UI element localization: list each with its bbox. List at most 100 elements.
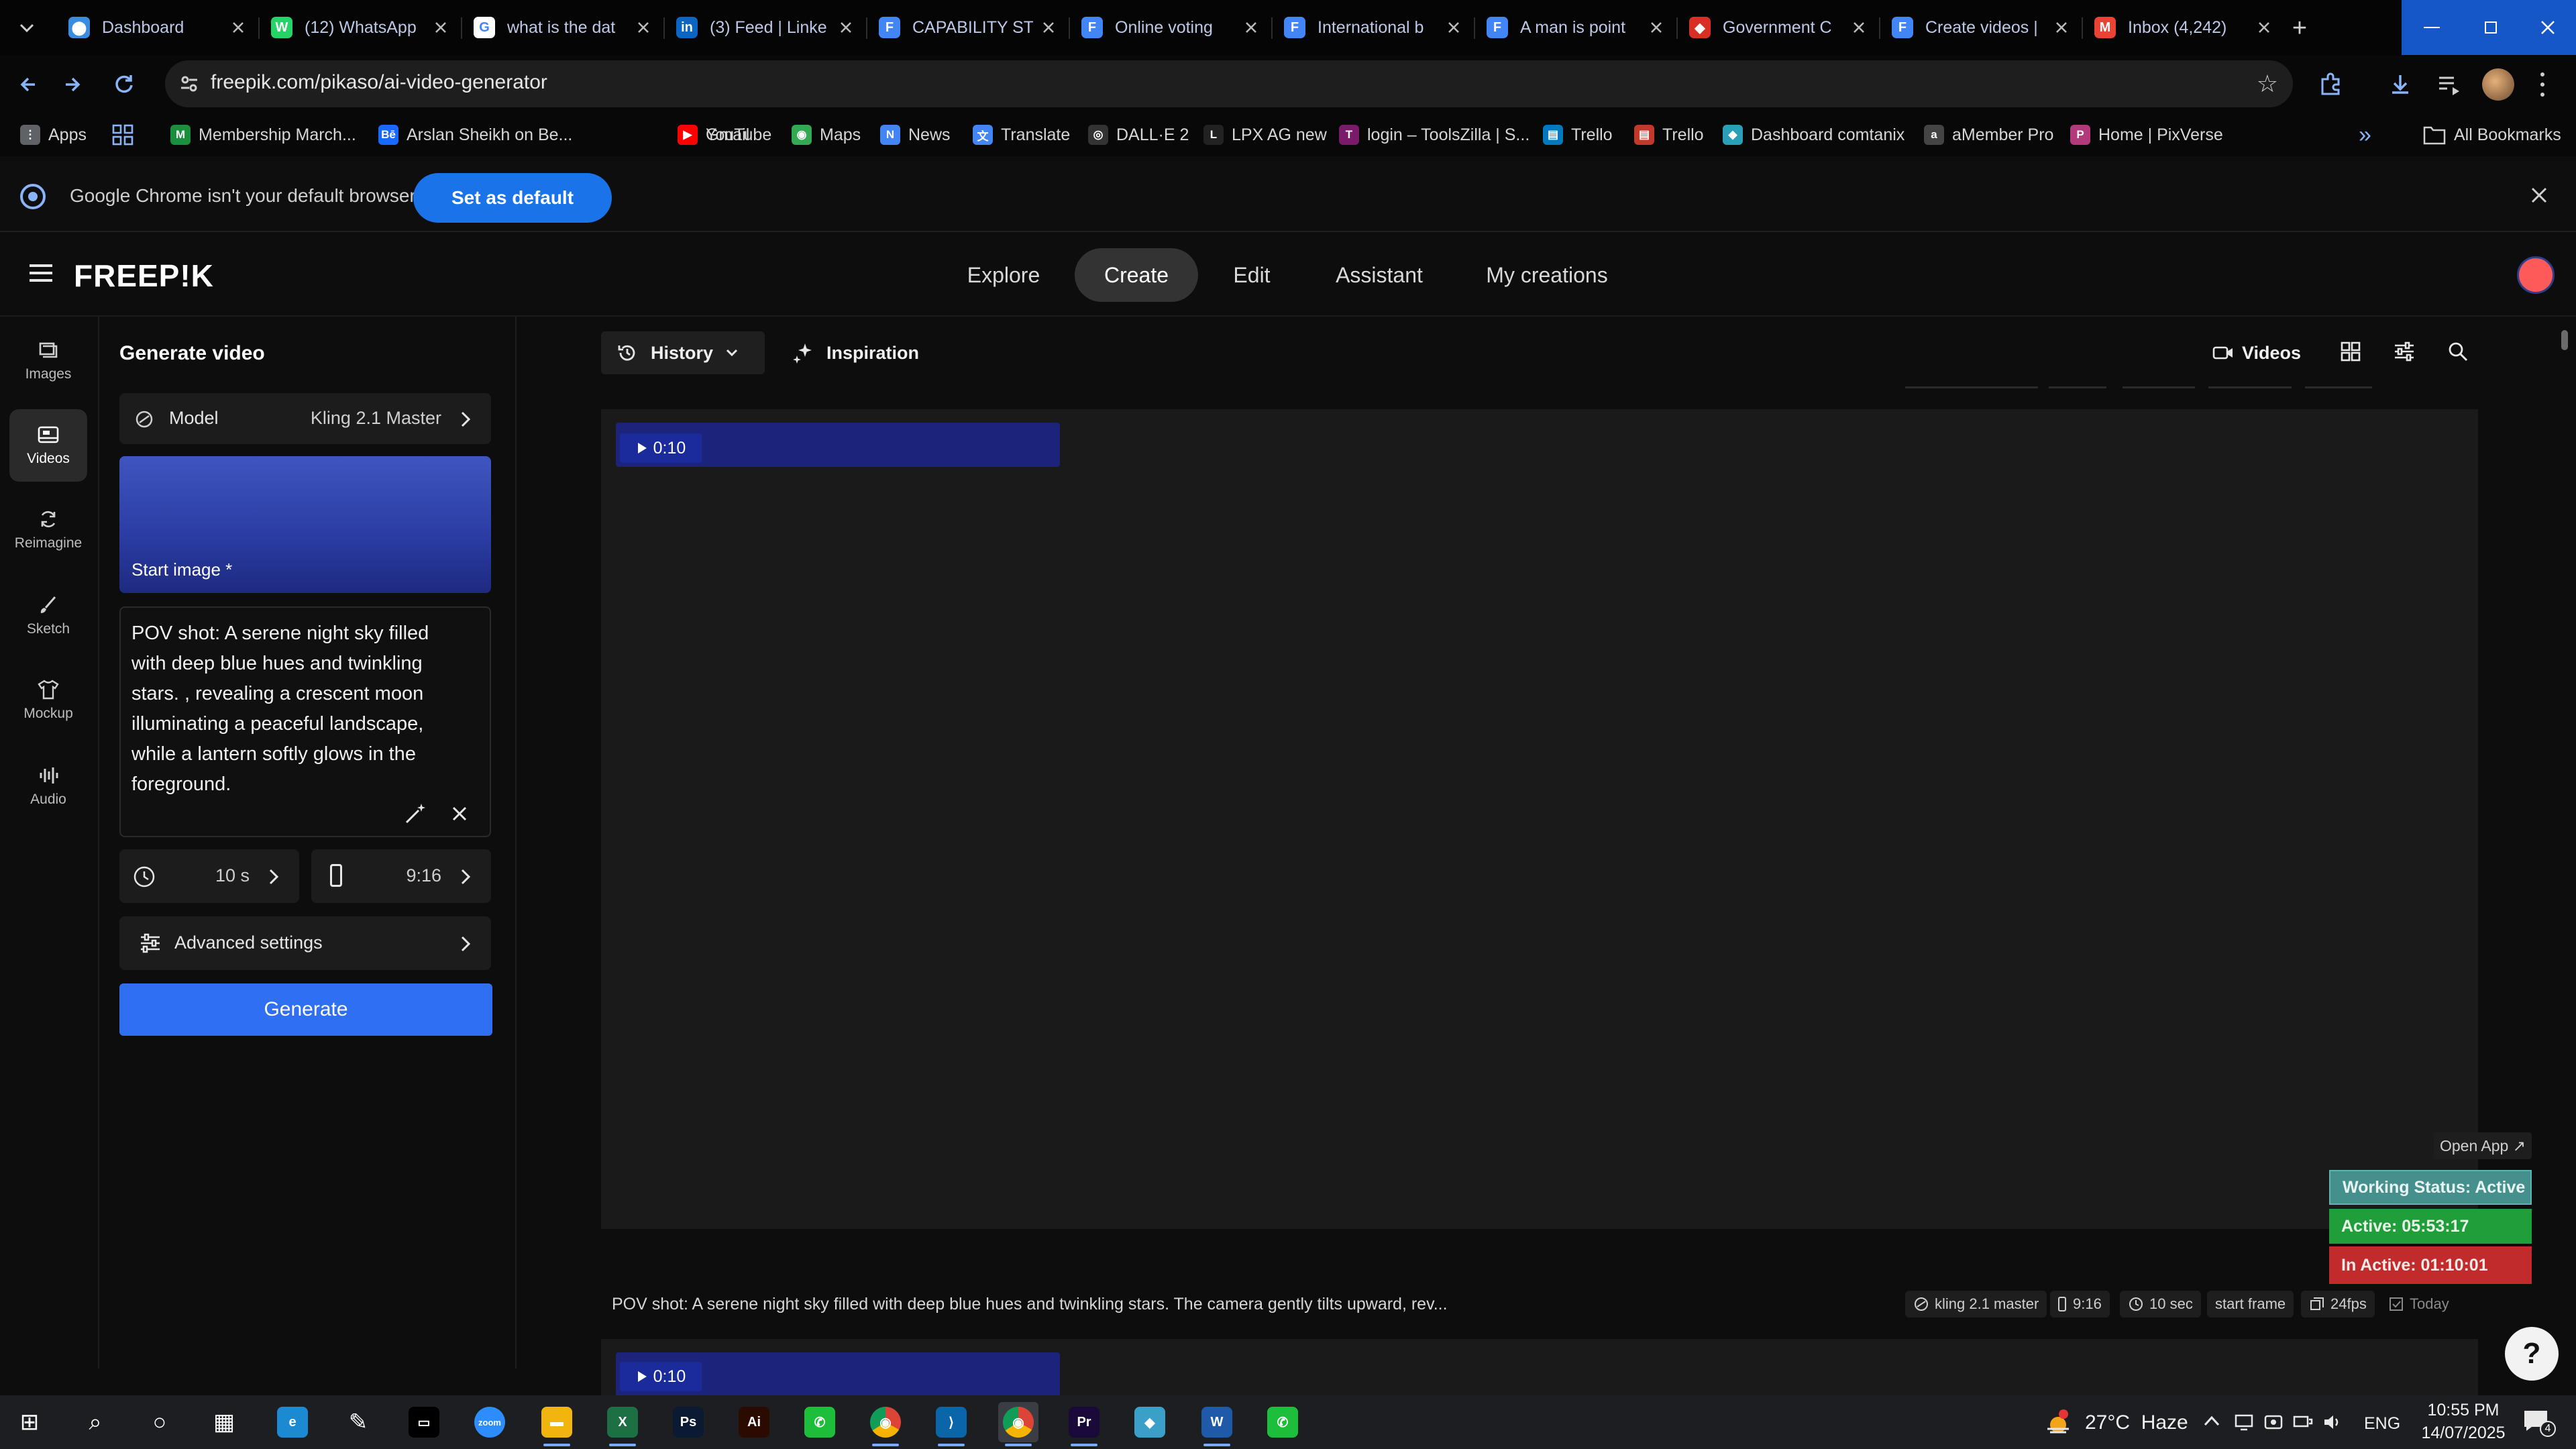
taskbar-word-icon[interactable]: W [1197,1402,1237,1446]
video-prompt-preview[interactable]: POV shot: A serene night sky filled with… [612,1295,1448,1314]
tab-search-button[interactable] [13,15,40,42]
taskbar-chrome-icon[interactable]: ◉ [865,1402,906,1446]
taskbar-vscode-icon[interactable]: ⟩ [931,1402,971,1446]
nav-my-creations[interactable]: My creations [1466,248,1627,302]
history-button[interactable]: History [601,331,765,374]
rail-item-reimagine[interactable]: Reimagine [9,494,87,566]
model-selector[interactable]: Model Kling 2.1 Master [119,393,491,444]
browser-tab[interactable]: F Create videos | [1880,7,2082,48]
set-default-button[interactable]: Set as default [413,173,612,223]
duration-badge[interactable]: 0:10 [620,433,702,463]
clear-prompt-icon[interactable] [451,805,468,822]
generate-button[interactable]: Generate [119,983,492,1036]
taskbar-excel-icon[interactable]: X [602,1402,643,1446]
close-window-button[interactable] [2519,0,2576,55]
tab-close-icon[interactable] [2255,19,2273,36]
profile-avatar[interactable] [2482,68,2514,101]
url-text[interactable]: freepik.com/pikaso/ai-video-generator [211,71,547,94]
tab-close-icon[interactable] [1850,19,1868,36]
bookmark-star-icon[interactable]: ☆ [2257,70,2278,98]
reload-button[interactable] [110,70,138,99]
bookmark-item[interactable]: ▤ Trello [1543,113,1613,156]
taskbar-phone-green-icon[interactable]: ✆ [800,1402,840,1442]
taskbar-photoshop-icon[interactable]: Ps [668,1402,708,1442]
bookmark-item[interactable]: M Membership March... [170,113,356,156]
tab-close-icon[interactable] [1040,19,1057,36]
tray-chevron-icon[interactable] [2203,1414,2220,1428]
all-bookmarks[interactable]: All Bookmarks [2423,113,2561,156]
new-tab-button[interactable]: + [2286,14,2313,42]
duration-selector[interactable]: 10 s [119,849,299,903]
tab-close-icon[interactable] [432,19,449,36]
bookmark-item[interactable]: ⋮ Apps [20,113,87,156]
tab-close-icon[interactable] [1242,19,1260,36]
bookmark-item[interactable]: 文 Translate [973,113,1070,156]
browser-tab[interactable]: W (12) WhatsApp [259,7,462,48]
rail-item-videos[interactable]: Videos [9,409,87,482]
browser-tab[interactable]: ⬤ Dashboard [56,7,259,48]
language-indicator[interactable]: ENG [2364,1414,2400,1434]
browser-tab[interactable]: in (3) Feed | Linke [664,7,867,48]
bookmark-item[interactable]: ◎ DALL·E 2 [1088,113,1189,156]
tab-close-icon[interactable] [1648,19,1665,36]
bookmark-item[interactable]: Bē Arslan Sheikh on Be... [378,113,572,156]
rail-item-sketch[interactable]: Sketch [9,580,87,652]
downloads-icon[interactable] [2385,70,2415,99]
page-scrollbar[interactable] [2561,330,2568,350]
bookmark-item[interactable]: N News [880,113,951,156]
taskbar-app-diamond-icon[interactable]: ◆ [1130,1402,1170,1442]
forward-button[interactable] [58,70,86,99]
taskbar-terminal-icon[interactable]: ▭ [404,1402,444,1442]
notifications-icon[interactable]: 4 [2522,1409,2556,1438]
inspiration-button[interactable]: Inspiration [792,331,919,374]
video-player-2[interactable]: 0:10 [601,1339,2478,1395]
taskbar-zoom-icon[interactable]: zoom [470,1402,510,1442]
start-image[interactable]: Start image * [119,456,491,593]
browser-tab[interactable]: M Inbox (4,242) [2082,7,2285,48]
taskbar-search-icon[interactable]: ⌕ [75,1402,115,1442]
taskbar-task-view-icon[interactable]: ▦ [204,1402,244,1442]
tab-close-icon[interactable] [229,19,247,36]
aspect-ratio-selector[interactable]: 9:16 [311,849,491,903]
browser-tab[interactable]: F CAPABILITY ST [867,7,1069,48]
hamburger-menu-icon[interactable] [30,264,52,282]
tray-icons[interactable] [2234,1413,2343,1432]
browser-tab[interactable]: Gwhat is the dat [462,7,664,48]
open-app-link[interactable]: Open App ↗ [2434,1132,2532,1159]
minimize-button[interactable] [2402,0,2462,55]
chrome-menu-icon[interactable] [2536,70,2549,99]
browser-tab[interactable]: F Online voting [1069,7,1272,48]
taskbar-edge-icon[interactable]: e [272,1402,313,1442]
nav-create[interactable]: Create [1075,248,1198,302]
grid-view-icon[interactable] [2340,341,2361,362]
taskbar-cortana-icon[interactable]: ○ [140,1402,180,1442]
taskbar-explorer-icon[interactable]: ▬ [537,1402,577,1446]
weather-text[interactable]: 27°C Haze [2085,1411,2188,1434]
user-avatar[interactable] [2517,256,2555,294]
advanced-settings[interactable]: Advanced settings [119,916,491,970]
bookmark-item[interactable]: Tlogin – ToolsZilla | S... [1339,113,1529,156]
duration-badge-2[interactable]: 0:10 [620,1362,702,1391]
extensions-icon[interactable] [2316,70,2345,99]
taskbar-premiere-icon[interactable]: Pr [1064,1402,1104,1446]
site-info-icon[interactable] [177,72,201,96]
tab-close-icon[interactable] [1445,19,1462,36]
banner-close-icon[interactable] [2529,185,2549,205]
bookmark-item[interactable]: ◆ Dashboard comtanix [1723,113,1904,156]
taskbar-illustrator-icon[interactable]: Ai [734,1402,774,1442]
back-button[interactable] [15,70,43,99]
tab-close-icon[interactable] [837,19,855,36]
rail-item-mockup[interactable]: Mockup [9,664,87,737]
tab-close-icon[interactable] [2053,19,2070,36]
nav-edit[interactable]: Edit [1214,248,1289,302]
taskbar-pen-icon[interactable]: ✎ [338,1402,378,1442]
clock-time[interactable]: 10:55 PM [2418,1401,2509,1420]
apps-grid-icon[interactable] [111,123,134,146]
restore-button[interactable] [2462,0,2519,55]
taskbar-chrome-active-icon[interactable]: ◉ [998,1402,1038,1446]
rail-item-audio[interactable]: Audio [9,750,87,822]
tab-close-icon[interactable] [635,19,652,36]
bookmark-item[interactable]: ▶ YouTube [678,113,771,156]
prompt-box[interactable]: POV shot: A serene night sky filled with… [119,606,491,837]
nav-explore[interactable]: Explore [943,248,1064,302]
